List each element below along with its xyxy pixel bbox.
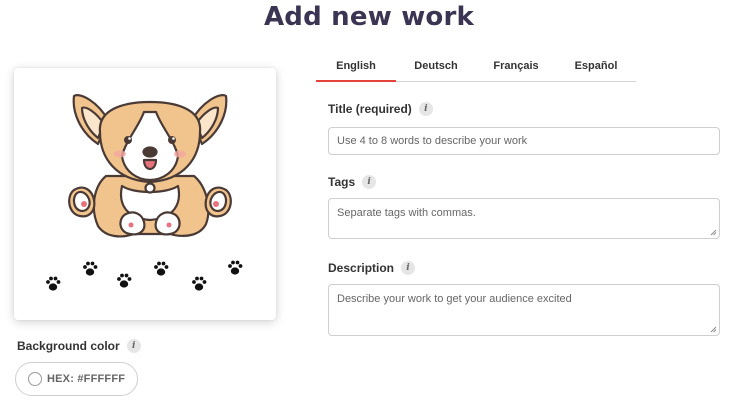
paw-print-icon	[46, 276, 61, 291]
color-swatch	[28, 372, 42, 386]
paw-print-icon	[154, 261, 169, 276]
tab-english[interactable]: English	[316, 56, 396, 82]
description-input[interactable]: Describe your work to get your audience …	[328, 284, 720, 336]
resize-handle-icon[interactable]	[710, 326, 717, 333]
title-placeholder: Use 4 to 8 words to describe your work	[337, 135, 528, 147]
paw-print-icon	[228, 260, 243, 275]
description-placeholder: Describe your work to get your audience …	[337, 293, 572, 305]
title-input[interactable]: Use 4 to 8 words to describe your work	[328, 127, 720, 155]
tags-label-text: Tags	[328, 175, 356, 189]
tags-field-label: Tags i	[328, 174, 377, 190]
hex-value: HEX: #FFFFFF	[47, 373, 126, 385]
paw-print-icon	[83, 261, 98, 276]
artwork-preview	[14, 68, 276, 320]
page-title: Add new work	[263, 2, 474, 32]
tags-placeholder: Separate tags with commas.	[337, 207, 476, 219]
tab-francais[interactable]: Français	[476, 56, 556, 81]
info-icon[interactable]: i	[126, 339, 141, 353]
info-icon[interactable]: i	[362, 175, 377, 189]
title-label-text: Title (required)	[328, 102, 412, 116]
tab-espanol[interactable]: Español	[556, 56, 636, 81]
resize-handle-icon[interactable]	[710, 229, 717, 236]
tab-deutsch[interactable]: Deutsch	[396, 56, 476, 81]
info-icon[interactable]: i	[401, 261, 416, 275]
info-icon[interactable]: i	[418, 102, 433, 116]
language-tabs: English Deutsch Français Español	[316, 56, 636, 82]
background-color-label-text: Background color	[17, 339, 120, 353]
paw-print-icon	[192, 276, 207, 291]
description-field-label: Description i	[328, 260, 416, 276]
tags-input[interactable]: Separate tags with commas.	[328, 198, 720, 239]
description-label-text: Description	[328, 261, 395, 275]
title-field-label: Title (required) i	[328, 101, 433, 117]
background-color-picker[interactable]: HEX: #FFFFFF	[15, 362, 138, 396]
paw-print-icon	[117, 273, 132, 288]
background-color-label: Background color i	[17, 338, 141, 354]
corgi-illustration	[46, 94, 243, 291]
